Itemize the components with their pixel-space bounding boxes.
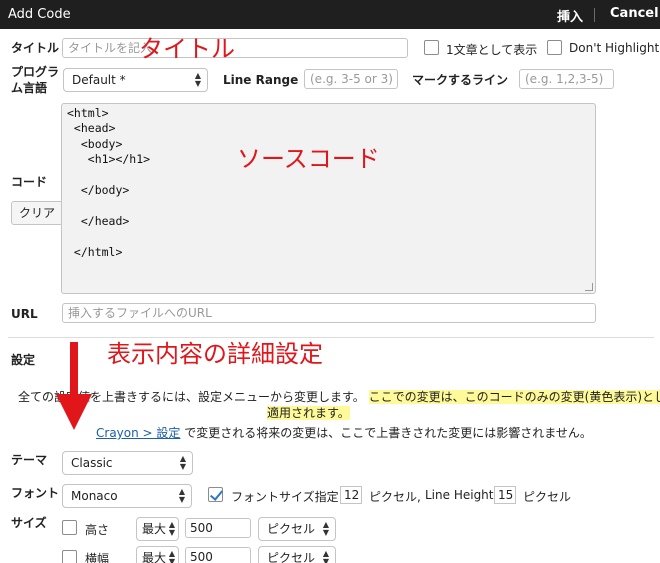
- height-label: 高さ: [85, 523, 110, 537]
- line-range-label: Line Range: [223, 73, 299, 87]
- insert-button[interactable]: 挿入: [557, 6, 583, 25]
- font-size-input[interactable]: 12: [340, 486, 362, 504]
- height-mode-select[interactable]: 最大 ▲ ▼: [136, 517, 179, 541]
- height-unit-value: ピクセル: [267, 522, 316, 536]
- select-arrows-icon: ▲ ▼: [179, 454, 186, 471]
- width-mode-select[interactable]: 最大 ▲ ▼: [136, 546, 179, 563]
- font-size-label: フォントサイズ指定: [231, 490, 339, 504]
- width-checkbox[interactable]: [62, 550, 77, 563]
- settings-description-line3: Crayon > 設定 で変更される将来の変更は、ここで上書きされた変更には影響…: [96, 424, 592, 441]
- language-select[interactable]: Default * ▲ ▼: [63, 68, 208, 92]
- pixel-label-2: ピクセル: [523, 490, 572, 504]
- url-label: URL: [11, 307, 38, 321]
- titlebar-divider: [594, 8, 595, 22]
- theme-label: テーマ: [11, 453, 48, 467]
- url-input[interactable]: 挿入するファイルへのURL: [62, 303, 596, 323]
- line-height-label: Line Height: [425, 488, 494, 502]
- settings-description-line1: 全ての設定値を上書きするには、設定メニューから変更します。 ここでの変更は、この…: [18, 388, 660, 405]
- width-mode-value: 最大: [142, 551, 167, 563]
- select-arrows-icon: ▲ ▼: [168, 549, 175, 563]
- line-height-input[interactable]: 15: [494, 486, 516, 504]
- width-value-input[interactable]: 500: [185, 547, 251, 563]
- settings-desc-highlight-2: 適用されます。: [267, 406, 350, 420]
- settings-desc-suffix: で変更される将来の変更は、ここで上書きされた変更には影響されません。: [184, 426, 592, 440]
- height-mode-value: 最大: [142, 522, 167, 536]
- font-size-checkbox[interactable]: [208, 487, 223, 502]
- cancel-button[interactable]: Cancel: [610, 6, 659, 21]
- language-label-line2: ム言語: [11, 81, 48, 95]
- mark-lines-label: マークするライン: [412, 73, 509, 87]
- height-unit-select[interactable]: ピクセル ▲ ▼: [258, 517, 336, 541]
- pixel-label: ピクセル,: [369, 490, 421, 504]
- dont-highlight-label: Don't Highlight: [569, 41, 660, 55]
- line-range-input[interactable]: (e.g. 3-5 or 3): [304, 69, 398, 89]
- settings-desc-highlight-1: ここでの変更は、このコードのみの変更(黄色表示)として: [368, 390, 660, 404]
- language-label-line1: プログラ: [11, 65, 60, 79]
- select-arrows-icon: ▲ ▼: [178, 487, 185, 504]
- section-divider: [8, 337, 654, 338]
- clear-button[interactable]: クリア: [11, 201, 64, 225]
- annotation-arrow-icon: [56, 342, 92, 430]
- theme-select-value: Classic: [71, 456, 113, 470]
- code-label: コード: [11, 175, 48, 189]
- annotation-display-settings: 表示内容の詳細設定: [107, 340, 323, 368]
- inline-checkbox[interactable]: [424, 40, 439, 55]
- resize-grip-icon[interactable]: [585, 283, 593, 291]
- font-label: フォント: [11, 486, 60, 500]
- height-checkbox[interactable]: [62, 520, 77, 535]
- language-select-value: Default *: [72, 73, 126, 87]
- width-unit-select[interactable]: ピクセル ▲ ▼: [258, 546, 336, 563]
- font-select[interactable]: Monaco ▲ ▼: [62, 484, 192, 508]
- title-input[interactable]: タイトルを記入: [62, 38, 408, 58]
- dialog-titlebar: Add Code 挿入 Cancel: [0, 0, 660, 29]
- select-arrows-icon: ▲ ▼: [194, 71, 201, 88]
- select-arrows-icon: ▲ ▼: [322, 549, 329, 563]
- height-value-input[interactable]: 500: [185, 518, 251, 538]
- select-arrows-icon: ▲ ▼: [322, 520, 329, 537]
- dont-highlight-checkbox[interactable]: [547, 40, 562, 55]
- title-label: タイトル: [11, 41, 60, 55]
- width-unit-value: ピクセル: [267, 551, 316, 563]
- crayon-settings-link[interactable]: Crayon > 設定: [96, 426, 180, 440]
- code-textarea[interactable]: <html> <head> <body> <h1></h1> </body> <…: [61, 103, 596, 294]
- settings-description-line2: 適用されます。: [267, 404, 350, 421]
- select-arrows-icon: ▲ ▼: [168, 520, 175, 537]
- annotation-source-code: ソースコード: [237, 145, 380, 173]
- settings-heading: 設定: [11, 353, 36, 367]
- annotation-title: タイトル: [139, 35, 235, 63]
- inline-label: 1文章として表示: [446, 43, 538, 57]
- code-content: <html> <head> <body> <h1></h1> </body> <…: [67, 106, 151, 259]
- theme-select[interactable]: Classic ▲ ▼: [62, 451, 193, 475]
- width-label: 横幅: [85, 552, 110, 563]
- mark-lines-input[interactable]: (e.g. 1,2,3-5): [519, 69, 614, 89]
- font-select-value: Monaco: [71, 489, 118, 503]
- size-label: サイズ: [11, 516, 47, 530]
- dialog-title: Add Code: [8, 7, 71, 22]
